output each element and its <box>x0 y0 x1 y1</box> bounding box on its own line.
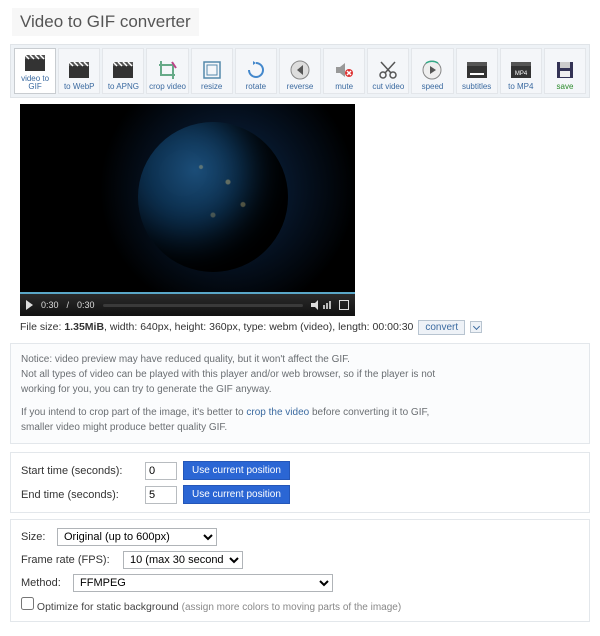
toolbar: video to GIF to WebP to APNG crop video … <box>10 44 590 98</box>
clapper-icon <box>66 58 92 82</box>
rotate-icon <box>243 58 269 82</box>
tool-rotate[interactable]: rotate <box>235 48 277 94</box>
player-controls: 0:30 / 0:30 <box>20 292 355 316</box>
mp4-icon: MP4 <box>508 58 534 82</box>
clapper-icon <box>22 51 48 74</box>
page-title: Video to GIF converter <box>12 8 199 36</box>
method-select[interactable]: FFMPEG <box>73 574 333 592</box>
reverse-icon <box>287 58 313 82</box>
tool-label: to MP4 <box>508 83 533 91</box>
tool-to-mp4[interactable]: MP4 to MP4 <box>500 48 542 94</box>
tool-resize[interactable]: resize <box>191 48 233 94</box>
crop-icon <box>155 58 181 82</box>
fps-select[interactable]: 10 (max 30 seconds) <box>123 551 243 569</box>
tool-reverse[interactable]: reverse <box>279 48 321 94</box>
optimize-checkbox[interactable] <box>21 597 34 610</box>
seek-bar[interactable] <box>103 304 303 307</box>
tool-label: to APNG <box>108 83 139 91</box>
size-select[interactable]: Original (up to 600px) <box>57 528 217 546</box>
options-section: Size: Original (up to 600px) Frame rate … <box>10 519 590 622</box>
file-info: File size: 1.35MiB, width: 640px, height… <box>20 320 590 335</box>
optimize-label: Optimize for static background <box>37 601 182 613</box>
play-button[interactable] <box>26 300 33 310</box>
end-use-current-button[interactable]: Use current position <box>183 485 290 504</box>
notice-box: Notice: video preview may have reduced q… <box>10 343 590 444</box>
crop-video-link[interactable]: crop the video <box>246 407 309 418</box>
start-time-input[interactable] <box>145 462 177 480</box>
file-size: 1.35MiB <box>64 321 104 333</box>
tool-label: crop video <box>149 83 186 91</box>
tool-to-webp[interactable]: to WebP <box>58 48 100 94</box>
time-sep: / <box>67 300 70 310</box>
tool-cut-video[interactable]: cut video <box>367 48 409 94</box>
download-icon[interactable] <box>470 321 482 333</box>
tool-label: subtitles <box>462 83 491 91</box>
end-time-label: End time (seconds): <box>21 489 139 501</box>
tool-to-apng[interactable]: to APNG <box>102 48 144 94</box>
tool-label: cut video <box>372 83 404 91</box>
speaker-icon <box>311 300 321 310</box>
tool-label: mute <box>335 83 353 91</box>
end-time-input[interactable] <box>145 486 177 504</box>
floppy-icon <box>552 58 578 82</box>
resize-icon <box>199 58 225 82</box>
tool-label: speed <box>422 83 444 91</box>
scissors-icon <box>375 58 401 82</box>
optimize-hint: (assign more colors to moving parts of t… <box>182 602 402 613</box>
fullscreen-button[interactable] <box>339 300 349 310</box>
tool-save[interactable]: save <box>544 48 586 94</box>
volume-control[interactable] <box>311 300 331 310</box>
time-total: 0:30 <box>77 300 95 310</box>
svg-text:MP4: MP4 <box>515 71 528 77</box>
tool-mute[interactable]: mute <box>323 48 365 94</box>
start-use-current-button[interactable]: Use current position <box>183 461 290 480</box>
tool-label: reverse <box>287 83 314 91</box>
start-time-label: Start time (seconds): <box>21 465 139 477</box>
tool-speed[interactable]: speed <box>411 48 453 94</box>
time-section: Start time (seconds): Use current positi… <box>10 452 590 513</box>
time-current: 0:30 <box>41 300 59 310</box>
tool-video-to-gif[interactable]: video to GIF <box>14 48 56 94</box>
tool-label: resize <box>201 83 222 91</box>
clapper-icon <box>110 58 136 82</box>
tool-label: to WebP <box>64 83 95 91</box>
speed-icon <box>419 58 445 82</box>
size-label: Size: <box>21 531 51 543</box>
method-label: Method: <box>21 577 67 589</box>
video-player: 0:30 / 0:30 <box>20 104 355 316</box>
tool-subtitles[interactable]: subtitles <box>456 48 498 94</box>
tool-label: video to GIF <box>15 75 55 91</box>
fps-label: Frame rate (FPS): <box>21 554 117 566</box>
mute-icon <box>331 58 357 82</box>
subtitles-icon <box>464 58 490 82</box>
tool-crop-video[interactable]: crop video <box>146 48 188 94</box>
tool-label: rotate <box>246 83 266 91</box>
tool-label: save <box>557 83 574 91</box>
video-frame[interactable] <box>20 104 355 292</box>
convert-button[interactable]: convert <box>418 320 465 335</box>
